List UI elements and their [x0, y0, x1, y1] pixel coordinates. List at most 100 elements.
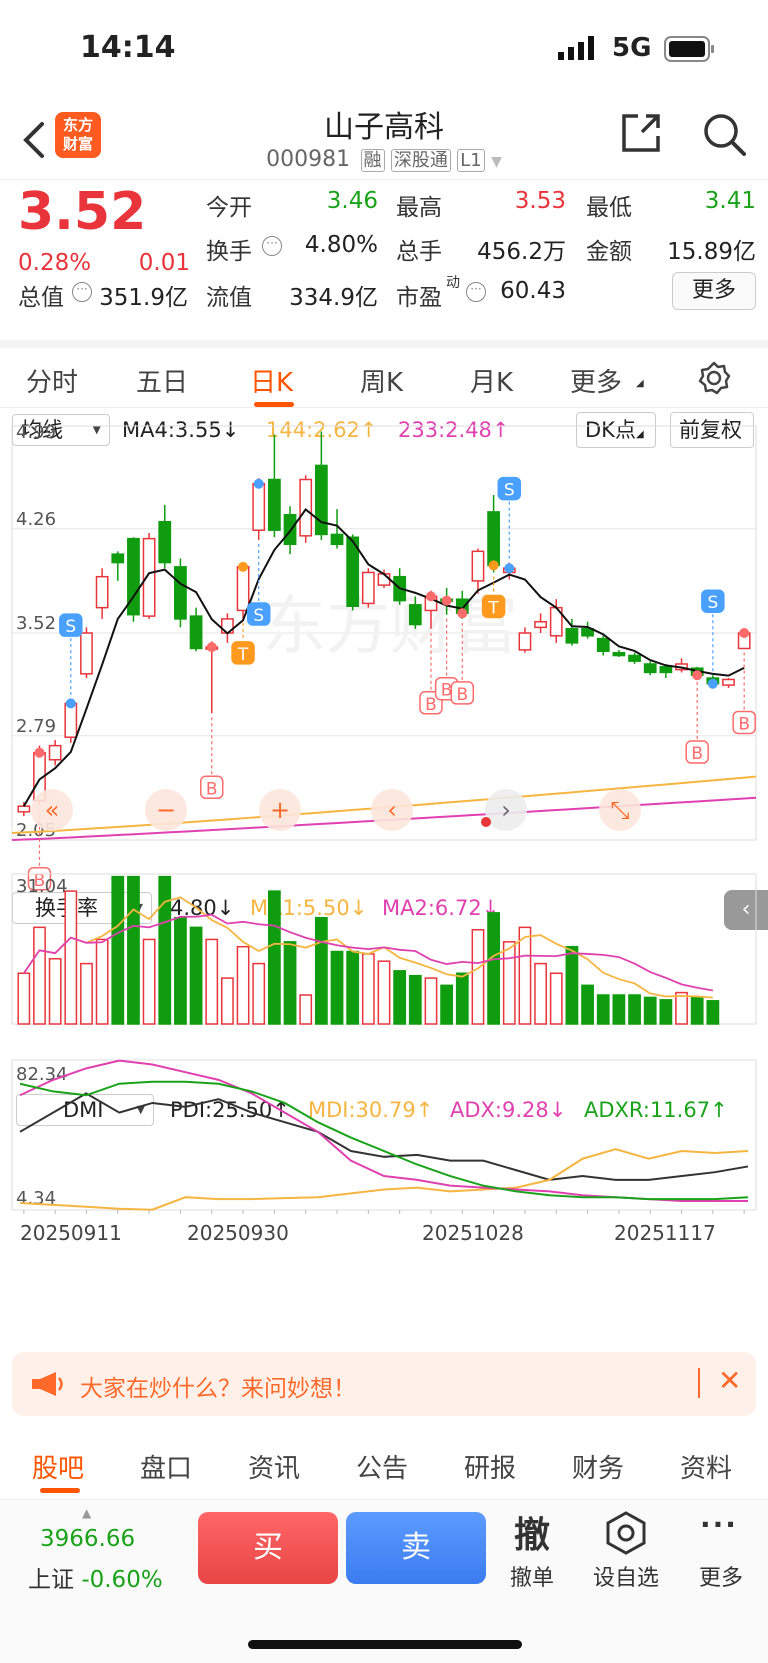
tab-research[interactable]: 研报 [464, 1448, 516, 1485]
volume-bar [502, 941, 516, 1025]
volume-bar [471, 929, 485, 1025]
nav-bar: 东方 财富 山子高科 000981 融 深股通 L1 ▼ [0, 100, 768, 180]
volume-bar [455, 972, 469, 1025]
field-value-open: 3.46 [326, 188, 378, 214]
cancel-icon[interactable]: 撤 [508, 1506, 556, 1558]
volume-bar [111, 875, 125, 1025]
field-value-mktcap: 351.9亿 [99, 285, 188, 311]
volume-bar [205, 938, 219, 1025]
signal-letter: B [738, 714, 750, 734]
more-fields-button[interactable]: 更多 [672, 272, 756, 310]
tab-finance[interactable]: 财务 [572, 1448, 624, 1485]
candle-body [174, 566, 187, 620]
signal-dot [34, 747, 45, 758]
info-icon[interactable]: ··· [466, 282, 486, 302]
field-value-turnover: 4.80% [304, 232, 378, 258]
buy-button[interactable]: 买 [198, 1512, 338, 1584]
volume-bar [236, 945, 250, 1025]
candle-body [314, 464, 328, 536]
info-icon[interactable]: ··· [72, 282, 92, 302]
tab-monthly-k[interactable]: 月K [470, 362, 513, 399]
candle-body [17, 805, 31, 813]
cancel-label[interactable]: 撤单 [504, 1560, 560, 1592]
index-value[interactable]: 3966.66 [40, 1526, 135, 1552]
volume-bar [361, 953, 375, 1025]
volume-bar [252, 962, 266, 1025]
tab-handicap[interactable]: 盘口 [140, 1448, 192, 1485]
signal-dot [65, 698, 76, 709]
tab-daily-k[interactable]: 日K [250, 362, 293, 399]
volume-bar [377, 960, 391, 1025]
info-icon[interactable]: ··· [262, 236, 282, 256]
ask-banner[interactable]: 大家在炒什么？来问妙想！ ✕ [12, 1352, 756, 1416]
zoom-fastback-icon: « [45, 796, 60, 824]
tab-profile[interactable]: 资料 [680, 1448, 732, 1485]
dmi-y-label-top: 82.34 [16, 1064, 68, 1085]
field-value-amount: 15.89亿 [667, 239, 756, 265]
banner-divider [698, 1368, 700, 1398]
dmi-y-label-bottom: 4.34 [16, 1188, 56, 1209]
kline-chart[interactable]: 东方财富4.994.263.522.792.05BSBTSBB BTSBSB« − +… [0, 408, 768, 1308]
close-icon[interactable]: ✕ [718, 1364, 741, 1397]
more-dots-icon[interactable]: ··· [700, 1508, 738, 1541]
tab-weekly-k[interactable]: 周K [360, 362, 403, 399]
volume-bar [408, 974, 422, 1025]
volume-bar [142, 938, 156, 1025]
tag-margin: 融 [360, 149, 385, 172]
volume-bar [596, 994, 610, 1025]
candle-body [659, 666, 673, 674]
gear-icon [698, 361, 731, 395]
field-label-mktcap: 总值 [18, 285, 64, 311]
candle-body [722, 678, 735, 686]
share-button[interactable] [618, 110, 664, 160]
volume-bar [80, 962, 93, 1025]
candle-body [252, 482, 266, 531]
field-value-pe: 60.43 [500, 278, 566, 304]
signal-dot [739, 628, 750, 638]
candle-body [596, 637, 610, 653]
volume-bar [33, 926, 46, 1025]
status-bar: 14:14 5G [0, 0, 768, 100]
candle-body [283, 513, 297, 546]
watchlist-label[interactable]: 设自选 [590, 1560, 662, 1592]
settings-button[interactable] [696, 360, 732, 400]
more-label[interactable]: 更多 [696, 1560, 746, 1592]
signal-dot [488, 560, 499, 571]
field-label-low: 最低 [586, 195, 632, 221]
volume-bar [518, 926, 532, 1025]
signal-letter: S [504, 481, 515, 501]
period-tabs: 分时 五日 日K 周K 月K 更多 ◢ [0, 340, 768, 408]
candle-body [612, 651, 626, 657]
candle-body [236, 566, 250, 612]
volume-bar [267, 890, 281, 1025]
candle-body [565, 628, 579, 644]
tab-announcements[interactable]: 公告 [356, 1448, 408, 1485]
tab-more[interactable]: 更多 [570, 362, 622, 399]
x-axis-label-1: 20250930 [187, 1221, 289, 1245]
signal-dot [692, 670, 703, 681]
dropdown-corner-icon: ◢ [636, 378, 644, 389]
active-tab-indicator [40, 1488, 80, 1493]
trade-footer: ▲ 3966.66 上证 -0.60% 买 卖 撤 撤单 设自选 ··· 更多 [0, 1500, 768, 1663]
quote-panel: 3.52 0.28% 0.01 今开 3.46 最高 3.53 最低 3.41 … [0, 180, 768, 340]
signal-letter: B [691, 744, 703, 764]
volume-bar [534, 962, 547, 1025]
volume-bar [330, 950, 344, 1025]
index-row[interactable]: 上证 -0.60% [28, 1560, 163, 1594]
volume-bar [48, 958, 62, 1025]
field-label-turnover: 换手 [206, 239, 252, 265]
signal-dot [206, 642, 217, 653]
signal-dot [253, 478, 264, 489]
tab-intraday[interactable]: 分时 [26, 362, 78, 399]
sell-button[interactable]: 卖 [346, 1512, 486, 1584]
tab-forum[interactable]: 股吧 [32, 1448, 84, 1485]
pdi-line [19, 1092, 749, 1181]
battery-icon [664, 36, 716, 66]
watchlist-icon[interactable] [604, 1510, 648, 1560]
signal-letter: S [65, 617, 76, 637]
tab-news[interactable]: 资讯 [248, 1448, 300, 1485]
chart-area[interactable]: 均线 ▼ MA4:3.55↓ 144:2.62↑ 233:2.48↑ DK点◢ 前… [0, 408, 768, 1308]
volume-y-label: 31.04 [16, 876, 68, 897]
search-button[interactable] [700, 110, 748, 162]
tab-five-day[interactable]: 五日 [136, 362, 188, 399]
